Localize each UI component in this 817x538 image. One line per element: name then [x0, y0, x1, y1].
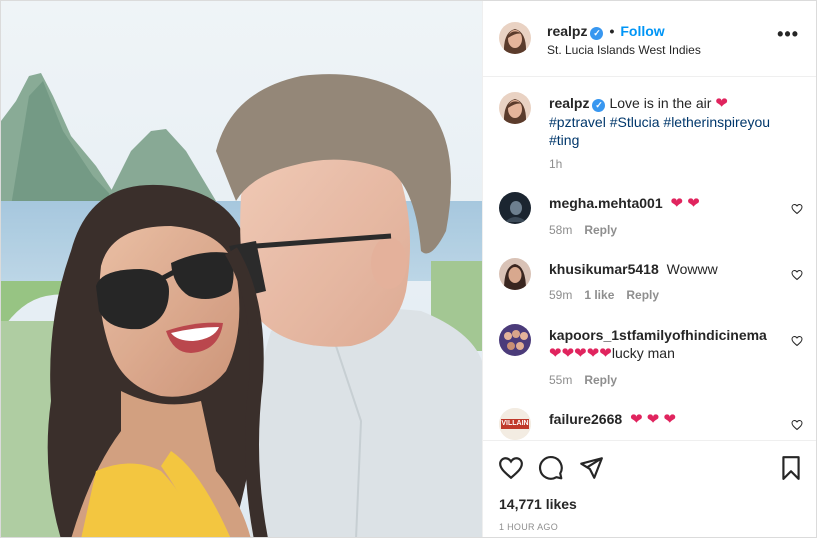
comment-meta: 59m 1 like Reply	[549, 286, 785, 304]
heart-icon[interactable]	[498, 455, 524, 481]
comment-text: Wowww	[666, 261, 718, 277]
author-avatar[interactable]	[499, 92, 531, 124]
reply-button[interactable]: Reply	[584, 373, 617, 387]
heart-icon[interactable]	[791, 269, 803, 281]
comment-username[interactable]: khusikumar5418	[549, 261, 659, 277]
author-username[interactable]: realpz	[547, 23, 587, 39]
likes-count[interactable]: 14,771 likes	[499, 496, 577, 512]
comment-icon[interactable]	[538, 455, 564, 481]
caption-body: realpz ✓ Love is in the air ❤ #pztravel #S…	[549, 94, 785, 173]
commenter-avatar[interactable]	[499, 258, 531, 290]
reply-button[interactable]: Reply	[584, 223, 617, 237]
post-modal: realpz ✓ • Follow St. Lucia Islands West In…	[0, 0, 817, 538]
post-header: realpz ✓ • Follow St. Lucia Islands West In…	[483, 1, 816, 77]
avatar-badge-text: VILLAIN	[501, 420, 529, 427]
heart-emoji: ❤	[715, 95, 728, 112]
comment-body: megha.mehta001 ❤ ❤ 58m Reply	[549, 194, 785, 239]
heart-icon[interactable]	[791, 419, 803, 431]
comment-hearts: ❤❤❤❤❤	[549, 345, 612, 362]
comment-hearts: ❤ ❤ ❤	[630, 411, 677, 428]
post-photo[interactable]	[1, 1, 482, 537]
comment-body: kapoors_1stfamilyofhindicinema ❤❤❤❤❤luck…	[549, 326, 785, 389]
post-actions: 14,771 likes 1 HOUR AGO	[483, 440, 816, 537]
verified-badge-icon: ✓	[592, 99, 606, 112]
comment-body: failure2668 ❤ ❤ ❤	[549, 410, 785, 429]
hashtag[interactable]: #ting	[549, 132, 579, 148]
hashtag[interactable]: #pztravel	[549, 114, 606, 130]
comment-hearts: ❤ ❤	[670, 195, 700, 212]
author-avatar[interactable]	[499, 22, 531, 54]
post-time[interactable]: 1 HOUR AGO	[499, 522, 558, 532]
comment-body: khusikumar5418 Wowww 59m 1 like Reply	[549, 260, 785, 304]
separator: •	[609, 23, 615, 39]
follow-button[interactable]: Follow	[620, 23, 664, 39]
comment-text: lucky man	[611, 345, 675, 361]
verified-badge-icon: ✓	[590, 27, 604, 40]
comments-list[interactable]: realpz ✓ Love is in the air ❤ #pztravel #S…	[483, 78, 816, 440]
caption-text: Love is in the air	[609, 95, 712, 111]
caption-username[interactable]: realpz	[549, 95, 589, 111]
hashtag[interactable]: #letherinspireyou	[663, 114, 770, 130]
caption-meta: 1h	[549, 155, 785, 173]
comment-username[interactable]: megha.mehta001	[549, 195, 663, 211]
heart-icon[interactable]	[791, 335, 803, 347]
post-location[interactable]: St. Lucia Islands West Indies	[547, 43, 701, 57]
commenter-avatar[interactable]	[499, 192, 531, 224]
comment-time[interactable]: 58m	[549, 223, 572, 237]
comment-meta: 55m Reply	[549, 371, 785, 389]
commenter-avatar[interactable]: VILLAIN	[499, 408, 531, 440]
comment-time[interactable]: 59m	[549, 288, 572, 302]
heart-icon[interactable]	[791, 203, 803, 215]
bookmark-icon[interactable]	[778, 455, 804, 481]
couple-selfie-image	[1, 1, 482, 537]
more-options-icon[interactable]: •••	[777, 25, 799, 43]
author-row: realpz ✓ • Follow	[547, 23, 665, 40]
commenter-avatar[interactable]	[499, 324, 531, 356]
comment-likes[interactable]: 1 like	[584, 288, 614, 302]
caption-time[interactable]: 1h	[549, 157, 562, 171]
comment-username[interactable]: failure2668	[549, 411, 622, 427]
post-details-panel: realpz ✓ • Follow St. Lucia Islands West In…	[482, 1, 816, 537]
reply-button[interactable]: Reply	[626, 288, 659, 302]
comment-meta: 58m Reply	[549, 221, 785, 239]
comment-time[interactable]: 55m	[549, 373, 572, 387]
hashtag[interactable]: #Stlucia	[610, 114, 660, 130]
share-icon[interactable]	[578, 455, 604, 481]
comment-username[interactable]: kapoors_1stfamilyofhindicinema	[549, 327, 767, 343]
